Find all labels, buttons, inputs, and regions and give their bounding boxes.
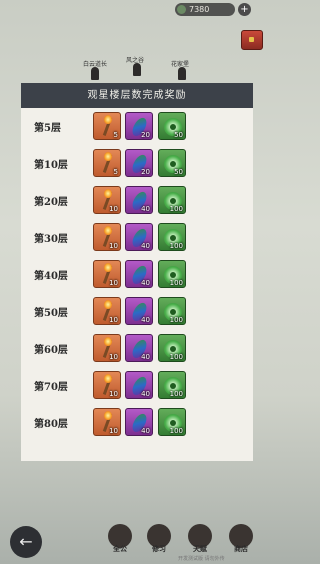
- reward-item[interactable]: 100: [158, 371, 186, 399]
- reward-item[interactable]: 40: [125, 334, 153, 362]
- item-count: 10: [109, 279, 118, 287]
- reward-row: 第70层 10 40 100: [21, 368, 253, 404]
- item-count: 40: [141, 316, 150, 324]
- top-bar: 7380 +: [0, 0, 274, 18]
- floor-label: 第10层: [34, 160, 68, 171]
- reward-item[interactable]: 10: [93, 260, 121, 288]
- reward-item[interactable]: 20: [125, 112, 153, 140]
- reward-item[interactable]: 40: [125, 408, 153, 436]
- bottom-bar: ← 全公 修习 天赋 商店: [0, 520, 274, 564]
- back-button[interactable]: ←: [10, 526, 42, 558]
- reward-item[interactable]: 50: [158, 149, 186, 177]
- coin-value: 7380: [189, 5, 210, 14]
- npc-figure-2[interactable]: [133, 63, 141, 76]
- reward-row: 第30层 10 40 100: [21, 220, 253, 256]
- floor-label: 第70层: [34, 382, 68, 393]
- reward-item[interactable]: 40: [125, 297, 153, 325]
- reward-panel: 观星楼层数完成奖励 第5层 5 20 50 第10层 5 20 50 第20层 10 40 100 第3…: [21, 83, 253, 461]
- reward-item[interactable]: 40: [125, 260, 153, 288]
- item-count: 40: [141, 427, 150, 435]
- npc-figure-1[interactable]: [91, 67, 99, 80]
- nav-label-1: 全公: [113, 545, 127, 553]
- reward-row: 第5层 5 20 50: [21, 109, 253, 145]
- reward-item[interactable]: 40: [125, 371, 153, 399]
- item-count: 10: [109, 316, 118, 324]
- item-count: 40: [141, 353, 150, 361]
- floor-label: 第30层: [34, 234, 68, 245]
- item-count: 50: [174, 131, 183, 139]
- nav-item-1[interactable]: 全公: [106, 524, 134, 560]
- reward-item[interactable]: 10: [93, 186, 121, 214]
- reward-row: 第80层 10 40 100: [21, 405, 253, 441]
- item-count: 100: [169, 316, 183, 324]
- reward-item[interactable]: 100: [158, 297, 186, 325]
- reward-item[interactable]: 40: [125, 223, 153, 251]
- item-count: 5: [113, 168, 118, 176]
- reward-item[interactable]: 5: [93, 112, 121, 140]
- item-count: 40: [141, 390, 150, 398]
- reward-item[interactable]: 100: [158, 408, 186, 436]
- reward-row: 第50层 10 40 100: [21, 294, 253, 330]
- reward-row: 第60层 10 40 100: [21, 331, 253, 367]
- reward-item[interactable]: 5: [93, 149, 121, 177]
- item-count: 100: [169, 427, 183, 435]
- item-count: 5: [113, 131, 118, 139]
- nav-label-3: 天赋: [193, 545, 207, 553]
- reward-item[interactable]: 10: [93, 371, 121, 399]
- reward-item[interactable]: 10: [93, 223, 121, 251]
- npc-figure-3[interactable]: [178, 67, 186, 80]
- reward-item[interactable]: 100: [158, 186, 186, 214]
- reward-item[interactable]: 100: [158, 260, 186, 288]
- coin-counter: 7380: [175, 3, 235, 16]
- item-count: 10: [109, 353, 118, 361]
- reward-row: 第40层 10 40 100: [21, 257, 253, 293]
- panel-title: 观星楼层数完成奖励: [21, 83, 253, 108]
- npc-names: 白云道长 风之谷 花家堡: [0, 55, 274, 80]
- reward-item[interactable]: 50: [158, 112, 186, 140]
- reward-item[interactable]: 100: [158, 334, 186, 362]
- reward-row: 第10层 5 20 50: [21, 146, 253, 182]
- item-count: 20: [141, 131, 150, 139]
- item-count: 10: [109, 205, 118, 213]
- reward-item[interactable]: 20: [125, 149, 153, 177]
- item-count: 40: [141, 279, 150, 287]
- item-count: 10: [109, 390, 118, 398]
- item-count: 50: [174, 168, 183, 176]
- nav-item-2[interactable]: 修习: [145, 524, 173, 560]
- item-count: 100: [169, 279, 183, 287]
- item-count: 40: [141, 242, 150, 250]
- reward-item[interactable]: 10: [93, 297, 121, 325]
- footer-note: 开发测试版 请勿外传: [178, 556, 225, 562]
- add-coins-button[interactable]: +: [238, 3, 251, 16]
- floor-label: 第80层: [34, 419, 68, 430]
- nav-item-4[interactable]: 商店: [227, 524, 255, 560]
- nav-label-2: 修习: [152, 545, 166, 553]
- item-count: 100: [169, 205, 183, 213]
- floor-label: 第20层: [34, 197, 68, 208]
- item-count: 10: [109, 427, 118, 435]
- nav-label-4: 商店: [234, 545, 248, 553]
- item-count: 40: [141, 205, 150, 213]
- reward-row: 第20层 10 40 100: [21, 183, 253, 219]
- item-count: 100: [169, 242, 183, 250]
- reward-item[interactable]: 40: [125, 186, 153, 214]
- reward-rows: 第5层 5 20 50 第10层 5 20 50 第20层 10 40 100 第30层 10 40 100 第…: [21, 109, 253, 441]
- reward-item[interactable]: 10: [93, 408, 121, 436]
- item-count: 20: [141, 168, 150, 176]
- floor-label: 第40层: [34, 271, 68, 282]
- reward-item[interactable]: 100: [158, 223, 186, 251]
- treasure-chest-icon[interactable]: [241, 30, 263, 50]
- floor-label: 第5层: [34, 123, 61, 134]
- floor-label: 第50层: [34, 308, 68, 319]
- item-count: 10: [109, 242, 118, 250]
- item-count: 100: [169, 353, 183, 361]
- floor-label: 第60层: [34, 345, 68, 356]
- item-count: 100: [169, 390, 183, 398]
- coin-icon: [177, 5, 186, 14]
- reward-item[interactable]: 10: [93, 334, 121, 362]
